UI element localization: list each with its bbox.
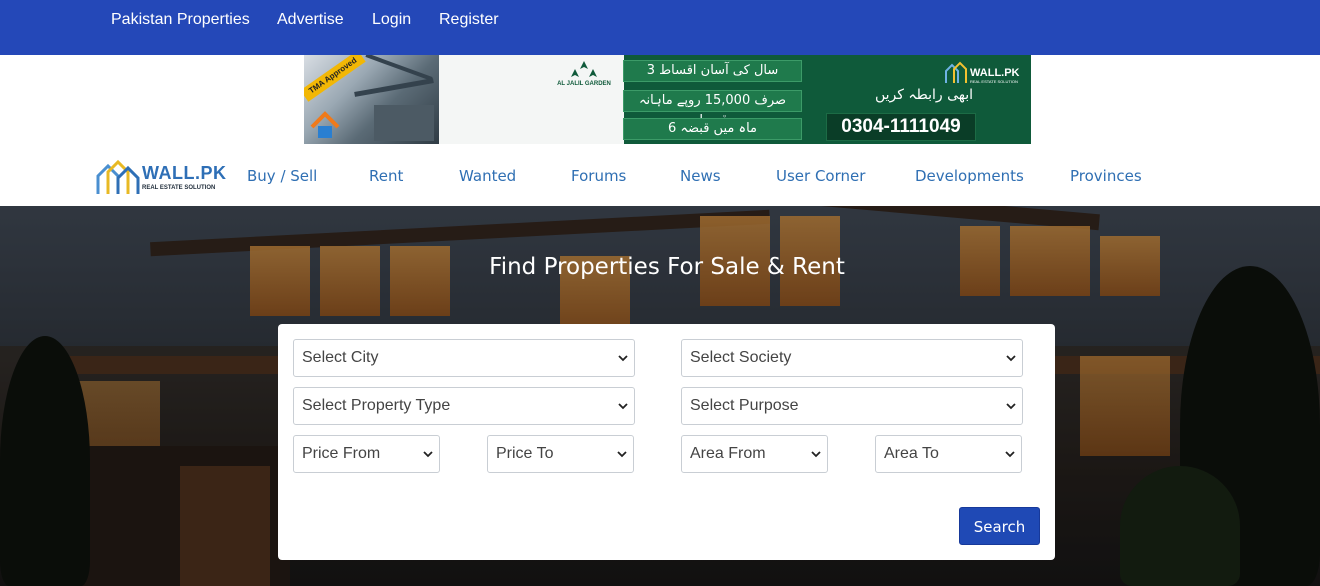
- chevron-down-icon: [423, 451, 433, 458]
- top-bar: Pakistan Properties Advertise Login Regi…: [0, 0, 1320, 55]
- advertisement-banner[interactable]: TMA Approved AL JALIL GARDEN 3 سال کی آس…: [304, 55, 1031, 144]
- banner-brand-subtext: REAL ESTATE SOLUTION: [970, 79, 1018, 84]
- area-from-select[interactable]: Area From: [681, 435, 828, 473]
- house-logo-icon: [310, 111, 340, 138]
- banner-brand-text: WALL.PK: [970, 67, 1020, 79]
- property-type-select[interactable]: Select Property Type: [293, 387, 635, 425]
- chevron-down-icon: [618, 355, 628, 362]
- chevron-down-icon: [618, 403, 628, 410]
- society-select-value: Select Society: [690, 349, 792, 366]
- chevron-down-icon: [617, 451, 627, 458]
- banner-phone: 0304-1111049: [826, 113, 976, 141]
- price-to-select[interactable]: Price To: [487, 435, 634, 473]
- installments-line-1: 3 سال کی آسان اقساط: [623, 60, 802, 82]
- property-type-select-value: Select Property Type: [302, 397, 451, 414]
- society-crest-icon: [571, 61, 597, 77]
- society-select[interactable]: Select Society: [681, 339, 1023, 377]
- chevron-down-icon: [1006, 355, 1016, 362]
- wallpk-logo-icon: [96, 159, 140, 194]
- logo-wordmark: WALL.PK: [142, 163, 227, 183]
- nav-item-provinces[interactable]: Provinces: [1070, 167, 1142, 185]
- price-from-select[interactable]: Price From: [293, 435, 440, 473]
- chevron-down-icon: [1006, 403, 1016, 410]
- banner-contact-label: ابھی رابطہ کریں: [875, 87, 973, 103]
- installments-line-3: 6 ماہ میں قبضہ: [623, 118, 802, 140]
- area-to-select[interactable]: Area To: [875, 435, 1022, 473]
- society-name: AL JALIL GARDEN: [557, 81, 611, 87]
- topbar-link-pakistan-properties[interactable]: Pakistan Properties: [111, 11, 250, 29]
- nav-item-buy-sell[interactable]: Buy / Sell: [247, 167, 317, 185]
- banner-brand-logo: WALL.PK REAL ESTATE SOLUTION: [944, 59, 1029, 87]
- nav-item-rent[interactable]: Rent: [369, 167, 403, 185]
- search-button[interactable]: Search: [959, 507, 1040, 545]
- banner-society-panel: AL JALIL GARDEN: [439, 55, 624, 144]
- installments-line-2: صرف 15,000 روپے ماہانہ قسط: [623, 90, 802, 128]
- society-logo: AL JALIL GARDEN: [539, 57, 629, 97]
- area-to-select-value: Area To: [884, 445, 939, 462]
- purpose-select[interactable]: Select Purpose: [681, 387, 1023, 425]
- city-select[interactable]: Select City: [293, 339, 635, 377]
- chevron-down-icon: [1005, 451, 1015, 458]
- building-logo-icon: [945, 61, 967, 83]
- topbar-link-login[interactable]: Login: [372, 11, 411, 29]
- purpose-select-value: Select Purpose: [690, 397, 799, 414]
- nav-item-news[interactable]: News: [680, 167, 721, 185]
- topbar-link-advertise[interactable]: Advertise: [277, 11, 344, 29]
- chevron-down-icon: [811, 451, 821, 458]
- nav-item-developments[interactable]: Developments: [915, 167, 1024, 185]
- price-to-select-value: Price To: [496, 445, 554, 462]
- hero-title: Find Properties For Sale & Rent: [489, 254, 845, 280]
- topbar-link-register[interactable]: Register: [439, 11, 499, 29]
- site-logo[interactable]: WALL.PK REAL ESTATE SOLUTION: [96, 158, 226, 196]
- logo-tagline: REAL ESTATE SOLUTION: [142, 185, 216, 191]
- nav-item-user-corner[interactable]: User Corner: [776, 167, 865, 185]
- city-select-value: Select City: [302, 349, 379, 366]
- price-from-select-value: Price From: [302, 445, 381, 462]
- nav-item-wanted[interactable]: Wanted: [459, 167, 516, 185]
- area-from-select-value: Area From: [690, 445, 766, 462]
- nav-item-forums[interactable]: Forums: [571, 167, 626, 185]
